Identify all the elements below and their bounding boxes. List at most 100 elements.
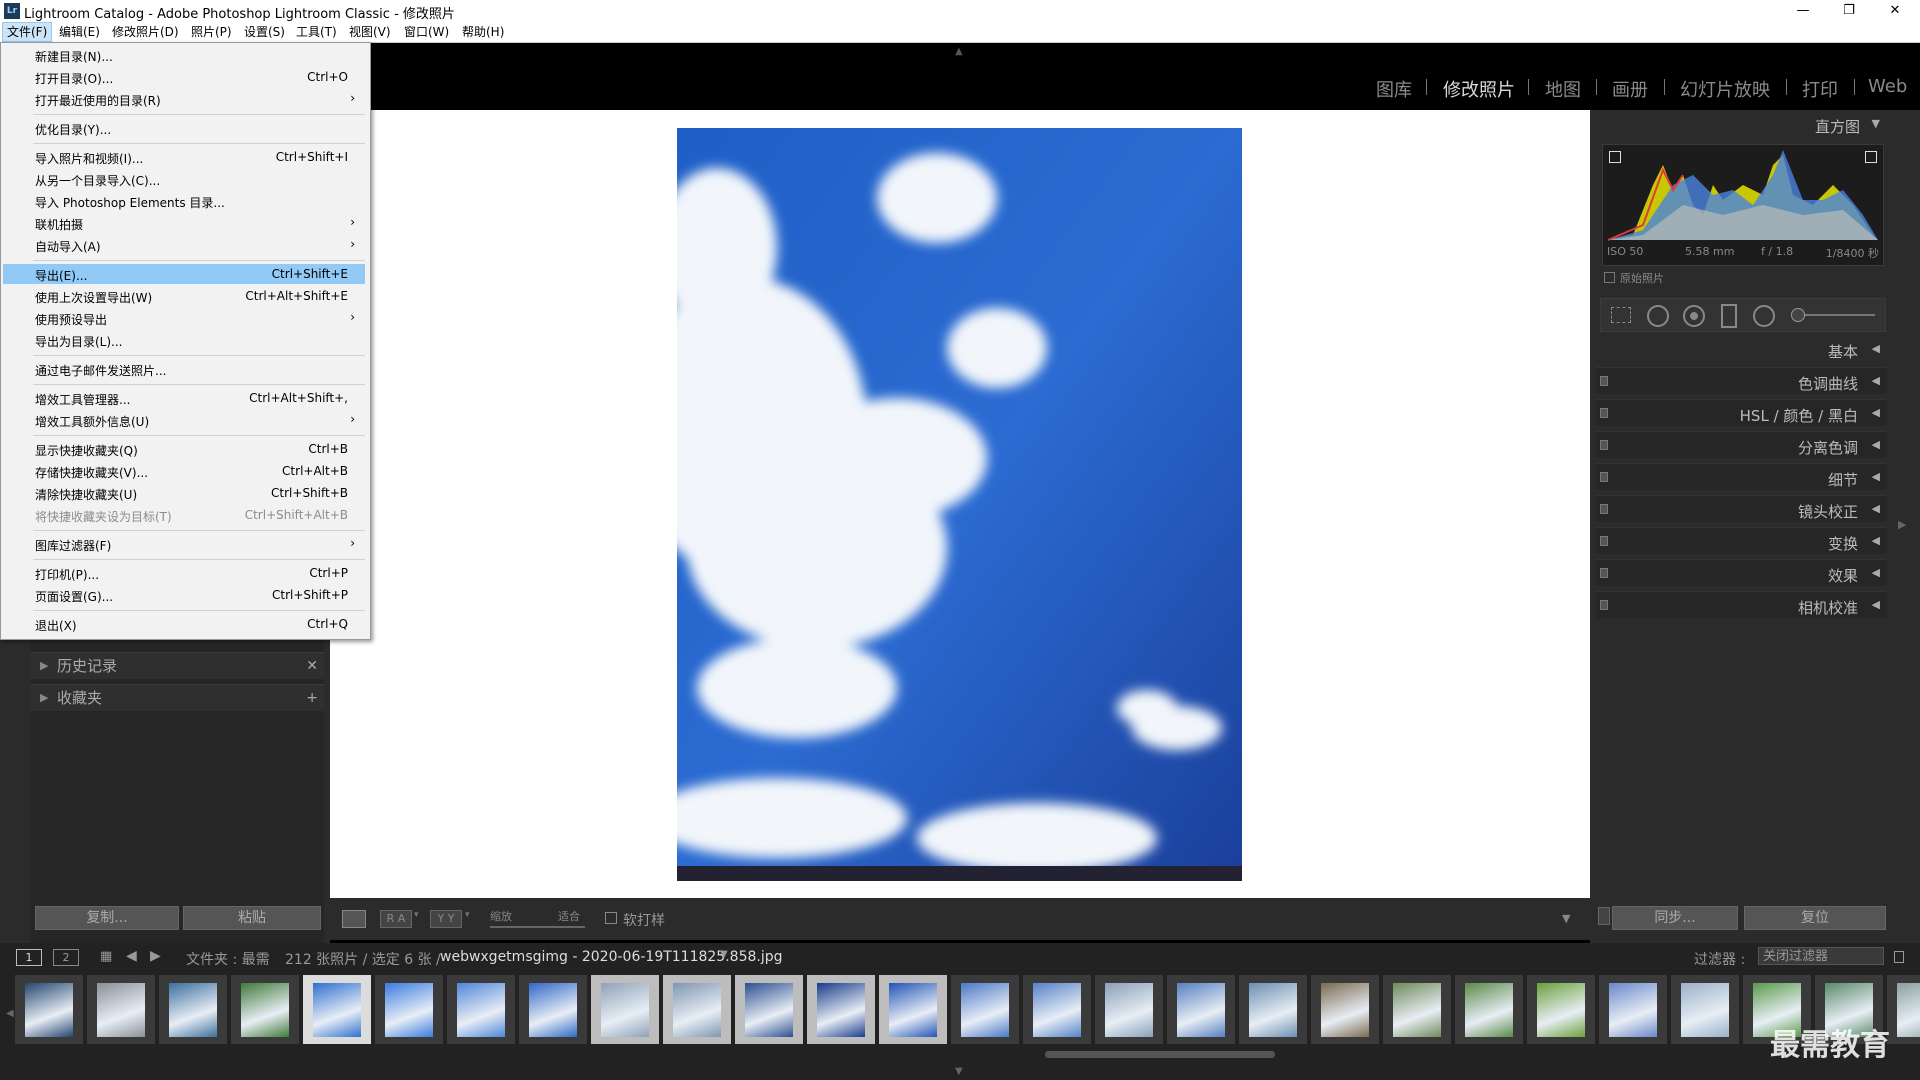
collapse-triangle-icon[interactable]: ◀ (1872, 342, 1880, 355)
soft-proof-checkbox[interactable] (605, 912, 617, 924)
panel-switch-icon[interactable] (1600, 376, 1608, 386)
original-photo-checkbox[interactable]: 原始照片 (1604, 270, 1804, 285)
file-menu-item[interactable]: 打开最近使用的目录(R) › (3, 89, 365, 109)
menu-view[interactable]: 视图(V) (345, 22, 395, 42)
histogram[interactable]: ISO 50 5.58 mm f / 1.8 1/8400 秒 (1602, 144, 1884, 266)
filmstrip-scrollbar[interactable] (1045, 1051, 1275, 1058)
section-detail[interactable]: 细节 ◀ (1596, 463, 1886, 490)
menu-window[interactable]: 窗口(W) (400, 22, 453, 42)
section-transform[interactable]: 变换 ◀ (1596, 527, 1886, 554)
file-menu-item[interactable]: 通过电子邮件发送照片... (3, 359, 365, 379)
collapse-triangle-icon[interactable]: ◀ (1872, 470, 1880, 483)
section-effects[interactable]: 效果 ◀ (1596, 559, 1886, 586)
source-label[interactable]: 文件夹 : 最需 (186, 949, 270, 969)
file-menu-item[interactable]: 页面设置(G)... Ctrl+Shift+P (3, 585, 365, 605)
filmstrip-thumbnail[interactable] (1383, 975, 1451, 1044)
zoom-slider[interactable] (490, 926, 585, 928)
secondary-window-button[interactable]: 2 (53, 949, 79, 966)
panel-switch-icon[interactable] (1600, 440, 1608, 450)
sync-switch-icon[interactable] (1598, 907, 1610, 925)
filmstrip-thumbnail[interactable] (663, 975, 731, 1044)
close-button[interactable]: ✕ (1872, 0, 1918, 22)
menu-develop[interactable]: 修改照片(D) (108, 22, 183, 42)
histogram-header[interactable]: 直方图 ▼ (1596, 113, 1886, 137)
filmstrip-thumbnail[interactable] (1311, 975, 1379, 1044)
filmstrip-thumbnail[interactable] (1527, 975, 1595, 1044)
module-develop[interactable]: 修改照片 (1443, 76, 1515, 102)
collapse-triangle-icon[interactable]: ▼ (1872, 117, 1880, 130)
crop-icon[interactable] (1611, 307, 1631, 323)
reset-button[interactable]: 复位 (1744, 906, 1886, 930)
expand-right-icon[interactable]: ▶ (1898, 518, 1906, 531)
main-window-button[interactable]: 1 (16, 949, 42, 966)
collections-panel-header[interactable]: ▶ 收藏夹 + (30, 684, 324, 711)
filmstrip-thumbnail[interactable] (1455, 975, 1523, 1044)
collapse-top-icon[interactable]: ▲ (955, 46, 963, 57)
filmstrip-thumbnail[interactable] (1095, 975, 1163, 1044)
file-menu-item[interactable]: 新建目录(N)... (3, 45, 365, 65)
file-menu-item[interactable]: 清除快捷收藏夹(U) Ctrl+Shift+B (3, 483, 365, 503)
filmstrip-thumbnail[interactable] (591, 975, 659, 1044)
file-menu-item[interactable]: 增效工具额外信息(U) › (3, 410, 365, 430)
panel-switch-icon[interactable] (1600, 568, 1608, 578)
filmstrip-thumbnail[interactable] (1023, 975, 1091, 1044)
paste-button[interactable]: 粘贴 (183, 906, 321, 930)
file-menu-item[interactable]: 使用上次设置导出(W) Ctrl+Alt+Shift+E (3, 286, 365, 306)
module-slideshow[interactable]: 幻灯片放映 (1680, 76, 1770, 102)
filmstrip-thumbnail[interactable] (735, 975, 803, 1044)
menu-settings[interactable]: 设置(S) (240, 22, 289, 42)
module-print[interactable]: 打印 (1802, 76, 1838, 102)
filmstrip-thumbnail[interactable] (879, 975, 947, 1044)
minimize-button[interactable]: — (1780, 0, 1826, 22)
file-menu-item[interactable]: 优化目录(Y)... (3, 118, 365, 138)
menu-tools[interactable]: 工具(T) (292, 22, 341, 42)
filmstrip-thumbnail[interactable] (1167, 975, 1235, 1044)
menu-file[interactable]: 文件(F) (2, 22, 53, 42)
section-camera-calibration[interactable]: 相机校准 ◀ (1596, 591, 1886, 618)
file-menu-item[interactable]: 存储快捷收藏夹(V)... Ctrl+Alt+B (3, 461, 365, 481)
loupe-view-icon[interactable] (342, 910, 366, 928)
collapse-triangle-icon[interactable]: ◀ (1872, 502, 1880, 515)
menu-edit[interactable]: 编辑(E) (55, 22, 104, 42)
module-web[interactable]: Web (1868, 76, 1907, 97)
collapse-triangle-icon[interactable]: ◀ (1872, 534, 1880, 547)
filmstrip-thumbnail[interactable] (807, 975, 875, 1044)
filmstrip-thumbnail[interactable] (303, 975, 371, 1044)
file-menu-item[interactable]: 导出为目录(L)... (3, 330, 365, 350)
section-tone-curve[interactable]: 色调曲线 ◀ (1596, 367, 1886, 394)
collapse-triangle-icon[interactable]: ◀ (1872, 374, 1880, 387)
module-book[interactable]: 画册 (1612, 76, 1648, 102)
file-menu-item[interactable]: 联机拍摄 › (3, 213, 365, 233)
grid-icon[interactable]: ▦ (100, 949, 112, 964)
restore-button[interactable]: ❐ (1826, 0, 1872, 22)
section-basic[interactable]: 基本 ◀ (1596, 336, 1886, 362)
section-lens-corrections[interactable]: 镜头校正 ◀ (1596, 495, 1886, 522)
spot-removal-icon[interactable] (1647, 305, 1669, 327)
back-arrow-icon[interactable]: ◀ (126, 948, 137, 964)
brush-icon[interactable] (1791, 308, 1805, 322)
panel-switch-icon[interactable] (1600, 504, 1608, 514)
copy-button[interactable]: 复制... (35, 906, 179, 930)
filmstrip-thumbnail[interactable] (159, 975, 227, 1044)
file-menu-item[interactable]: 增效工具管理器... Ctrl+Alt+Shift+, (3, 388, 365, 408)
forward-arrow-icon[interactable]: ▶ (150, 948, 161, 964)
current-filename[interactable]: webwxgetmsgimg - 2020-06-19T111825.858.j… (440, 949, 783, 965)
panel-switch-icon[interactable] (1600, 472, 1608, 482)
scroll-left-icon[interactable]: ◀ (6, 1008, 14, 1019)
collapse-triangle-icon[interactable]: ◀ (1872, 598, 1880, 611)
filter-lock-icon[interactable] (1894, 951, 1904, 963)
file-menu-item[interactable]: 打开目录(O)... Ctrl+O (3, 67, 365, 87)
menu-photo[interactable]: 照片(P) (187, 22, 236, 42)
dropdown-arrow-icon[interactable]: ▾ (465, 910, 470, 920)
file-menu-item[interactable]: 从另一个目录导入(C)... (3, 169, 365, 189)
filter-select[interactable]: 关闭过滤器 (1758, 947, 1884, 965)
clear-history-icon[interactable]: ✕ (306, 653, 318, 679)
collapse-triangle-icon[interactable]: ◀ (1872, 566, 1880, 579)
filmstrip-thumbnail[interactable] (1887, 975, 1920, 1044)
file-menu-item[interactable]: 导入 Photoshop Elements 目录... (3, 191, 365, 211)
filmstrip-thumbnail[interactable] (87, 975, 155, 1044)
red-eye-icon[interactable] (1683, 305, 1705, 327)
section-hsl[interactable]: HSL / 颜色 / 黑白 ◀ (1596, 399, 1886, 426)
module-map[interactable]: 地图 (1545, 76, 1581, 102)
radial-filter-icon[interactable] (1753, 305, 1775, 327)
